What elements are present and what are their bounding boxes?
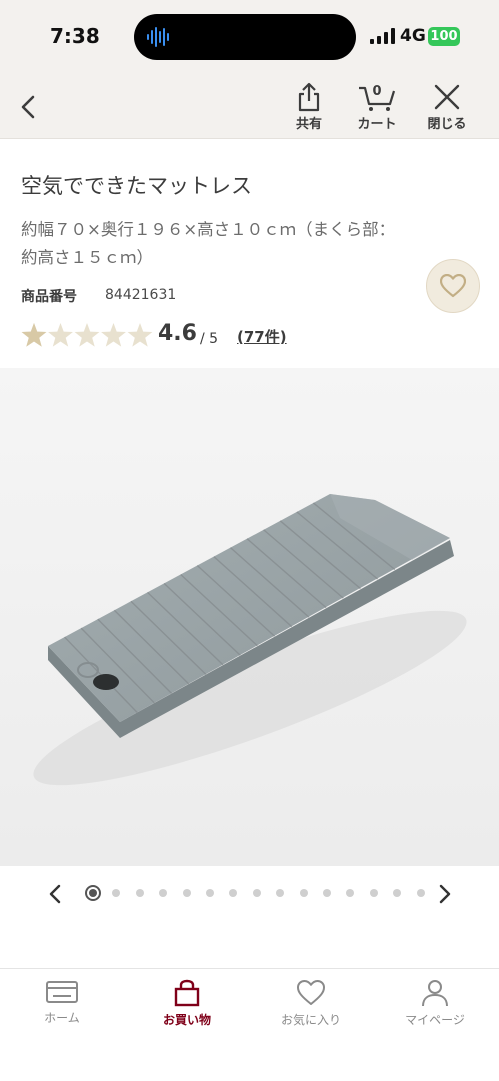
network-type: 4G: [400, 26, 426, 46]
status-bar: 7:38 4G 100: [0, 0, 499, 76]
dynamic-island: [134, 14, 356, 60]
heart-icon: [297, 980, 325, 1005]
star-empty: [48, 323, 73, 347]
image-pager: [0, 866, 499, 922]
pager-dot[interactable]: [135, 889, 144, 897]
close-button[interactable]: 閉じる: [417, 82, 477, 138]
previous-image-icon[interactable]: [46, 882, 66, 906]
product-title: 空気でできたマットレス: [21, 174, 252, 198]
share-icon: [298, 82, 320, 112]
pager-dot-active-ring: [85, 885, 101, 901]
product-code-label: 商品番号: [21, 289, 77, 305]
air-mattress-illustration: [0, 368, 499, 866]
shopping-bag-icon: [174, 979, 200, 1007]
cart-count: 0: [372, 84, 382, 99]
star-empty: [127, 323, 153, 347]
audio-wave-icon: [147, 27, 169, 47]
battery-indicator: 100: [428, 27, 460, 46]
pager-dot[interactable]: [323, 889, 331, 897]
rating-value: 4.6: [158, 321, 197, 346]
pager-dot[interactable]: [229, 889, 238, 897]
pager-dot[interactable]: [299, 889, 308, 897]
tab-shopping-label: お買い物: [162, 1013, 211, 1027]
share-button[interactable]: 共有: [279, 82, 339, 138]
product-spec: 約幅７０×奥行１９６×高さ１０ｃｍ（まくら部：約高さ１５ｃｍ）: [21, 220, 396, 267]
pager-dot[interactable]: [276, 889, 285, 897]
tab-home-label: ホーム: [44, 1011, 80, 1025]
tab-favorites[interactable]: お気に入り: [261, 979, 361, 1028]
back-chevron-icon[interactable]: [14, 90, 44, 124]
signal-icon: [370, 28, 395, 44]
tab-mypage[interactable]: マイページ: [385, 979, 485, 1028]
pager-dot[interactable]: [182, 889, 191, 897]
pager-dot[interactable]: [416, 889, 425, 897]
star-empty: [101, 323, 126, 347]
pager-dot[interactable]: [112, 889, 121, 897]
tab-shopping[interactable]: お買い物: [137, 979, 237, 1028]
tab-favorites-label: お気に入り: [280, 1013, 341, 1027]
product-code-value: 84421631: [105, 287, 177, 303]
cart-button[interactable]: 0 カート: [347, 82, 407, 138]
pager-dot[interactable]: [346, 889, 355, 897]
app-header: 共有 0 カート 閉じる: [0, 76, 499, 139]
star-filled: [21, 323, 47, 347]
close-icon: [434, 84, 460, 110]
share-label: 共有: [295, 117, 322, 132]
close-label: 閉じる: [427, 117, 467, 132]
person-icon: [422, 980, 448, 1007]
heart-icon: [440, 274, 466, 298]
favorite-button[interactable]: [426, 259, 480, 313]
pager-dot[interactable]: [252, 889, 261, 897]
product-image[interactable]: [0, 368, 499, 866]
rating-max: / 5: [200, 331, 219, 347]
next-image-icon[interactable]: [434, 882, 454, 906]
rating-stars: [21, 323, 153, 347]
home-card-icon: [46, 981, 78, 1003]
tab-home[interactable]: ホーム: [12, 979, 112, 1026]
status-time: 7:38: [50, 24, 100, 48]
bottom-tab-bar: ホーム お買い物 お気に入り マイページ: [0, 968, 499, 1081]
tab-mypage-label: マイページ: [405, 1013, 465, 1027]
pager-dot[interactable]: [159, 889, 168, 897]
star-empty: [74, 323, 100, 347]
pager-dot[interactable]: [206, 889, 214, 897]
pager-dot[interactable]: [369, 889, 378, 897]
review-count-link[interactable]: (77件): [237, 326, 287, 347]
cart-label: カート: [357, 117, 397, 132]
pager-dot[interactable]: [393, 889, 402, 897]
